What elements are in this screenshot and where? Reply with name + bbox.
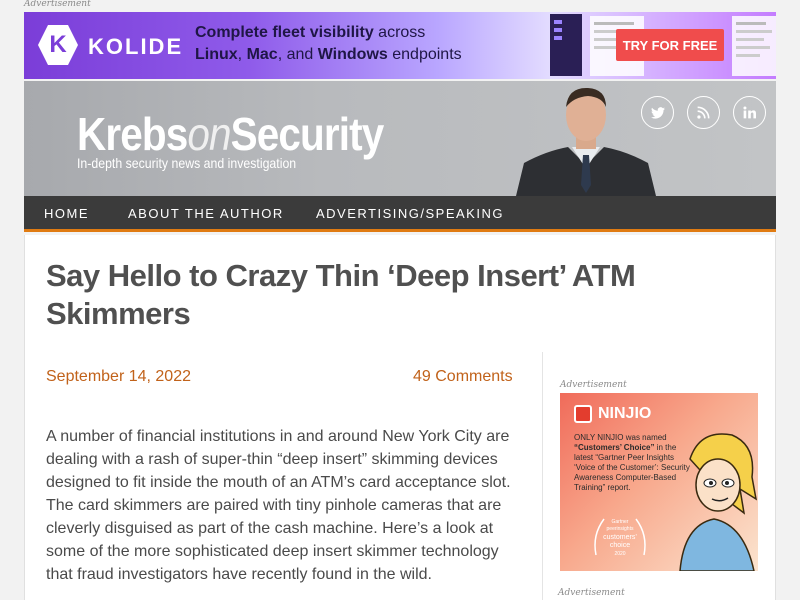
- page: Advertisement K KOLIDE Complete fleet vi…: [0, 0, 800, 600]
- svg-text:Gartner: Gartner: [612, 519, 629, 525]
- rss-icon[interactable]: [687, 96, 720, 129]
- sidebar-ad-label: Advertisement: [560, 380, 627, 390]
- ninjio-logo-icon: [574, 405, 592, 423]
- svg-text:choice: choice: [610, 542, 630, 549]
- sidebar-divider: [542, 352, 543, 600]
- ad-headline-line2: Linux, Mac, and Windows endpoints: [195, 46, 462, 63]
- ninjio-logo: NINJIO: [574, 405, 651, 423]
- top-ad-label: Advertisement: [24, 0, 91, 9]
- sidebar-ad2-label: Advertisement: [558, 588, 625, 598]
- site-tagline: In-depth security news and investigation: [77, 155, 297, 171]
- article-title[interactable]: Say Hello to Crazy Thin ‘Deep Insert’ AT…: [46, 257, 666, 333]
- article-comments-link[interactable]: 49 Comments: [413, 368, 513, 386]
- svg-text:customers’: customers’: [603, 534, 637, 541]
- nav-item-home[interactable]: HOME: [44, 206, 89, 221]
- nav-item-about-the-author[interactable]: ABOUT THE AUTHOR: [128, 206, 284, 221]
- kolide-brand: KOLIDE: [88, 34, 184, 59]
- article-date[interactable]: September 14, 2022: [46, 368, 191, 386]
- svg-text:2020: 2020: [614, 551, 625, 557]
- ninjio-character-illustration: [679, 433, 758, 571]
- ad-headline-line1: Complete fleet visibility across: [195, 24, 426, 41]
- sidebar-ad[interactable]: NINJIO ONLY NINJIO was named “Customers’…: [560, 393, 758, 571]
- kolide-logo-icon: K: [38, 25, 78, 65]
- article-content: Say Hello to Crazy Thin ‘Deep Insert’ AT…: [24, 235, 776, 600]
- author-portrait: [516, 87, 656, 196]
- article-body: A number of financial institutions in an…: [46, 428, 511, 583]
- main-nav: HOME ABOUT THE AUTHOR ADVERTISING/SPEAKI…: [24, 196, 776, 232]
- twitter-icon[interactable]: [641, 96, 674, 129]
- top-banner-ad[interactable]: K KOLIDE Complete fleet visibility acros…: [24, 12, 776, 79]
- customers-choice-badge: Gartner peerinsights customers’ choice 2…: [594, 518, 646, 557]
- site-logo[interactable]: KrebsonSecurity: [77, 107, 384, 161]
- svg-text:peerinsights: peerinsights: [607, 526, 634, 532]
- site-header: KrebsonSecurity In-depth security news a…: [24, 81, 776, 196]
- nav-item-advertising-speaking[interactable]: ADVERTISING/SPEAKING: [316, 206, 504, 221]
- linkedin-icon[interactable]: [733, 96, 766, 129]
- try-for-free-button[interactable]: TRY FOR FREE: [616, 29, 724, 61]
